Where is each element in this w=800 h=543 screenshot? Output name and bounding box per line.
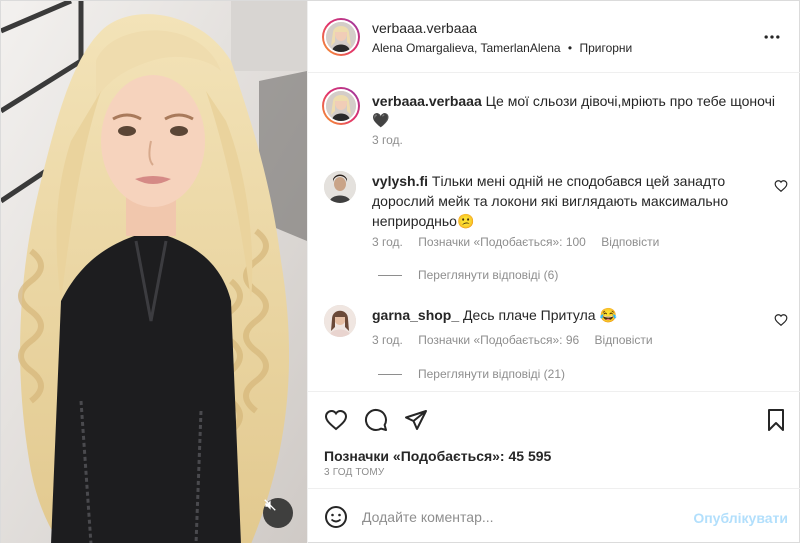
header-separator: • [567, 41, 573, 55]
caption-time[interactable]: 3 год. [372, 133, 403, 147]
comment-avatar[interactable] [324, 305, 356, 337]
comment-text: vylysh.fi Тільки мені одній не сподобавс… [372, 171, 767, 231]
comment-likes[interactable]: Позначки «Подобається»: 96 [418, 333, 579, 347]
replies-line [378, 275, 402, 277]
caption-text: verbaaa.verbaaa Це мої сльози дівочі,мрі… [372, 92, 782, 130]
replies-line [378, 374, 402, 376]
smiley-icon[interactable] [324, 505, 348, 529]
likes-count[interactable]: Позначки «Подобається»: 45 595 [324, 448, 551, 464]
post-actions-bar [308, 391, 800, 441]
view-replies-button[interactable]: Переглянути відповіді (21) [378, 367, 565, 381]
comment-text: garna_shop_ Десь плаче Притула 😂 [372, 305, 767, 325]
speaker-muted-icon [264, 499, 276, 511]
comment-time[interactable]: 3 год. [372, 235, 403, 249]
bookmark-icon[interactable] [764, 408, 788, 432]
author-avatar[interactable] [322, 18, 360, 56]
header-username[interactable]: verbaaa.verbaaa [372, 20, 477, 36]
caption-username[interactable]: verbaaa.verbaaa [372, 93, 482, 109]
comment-likes[interactable]: Позначки «Подобається»: 100 [418, 235, 586, 249]
comment-reply-button[interactable]: Відповісти [595, 333, 653, 347]
post-side-panel: verbaaa.verbaaa Alena Omargalieva, Tamer… [307, 1, 800, 543]
post-header: verbaaa.verbaaa Alena Omargalieva, Tamer… [308, 1, 800, 73]
comment-like-heart-icon[interactable] [774, 179, 788, 193]
post-photo-illustration [1, 1, 307, 543]
comment-bubble-icon[interactable] [364, 408, 388, 432]
post-modal: verbaaa.verbaaa Alena Omargalieva, Tamer… [0, 0, 800, 543]
add-comment-bar: Опублікувати [308, 488, 800, 543]
collaborators-link[interactable]: Alena Omargalieva, TamerlanAlena [372, 41, 561, 55]
heart-icon[interactable] [324, 408, 348, 432]
location-link[interactable]: Пригорни [579, 41, 632, 55]
caption-avatar[interactable] [322, 87, 360, 125]
author-avatar-image [324, 20, 358, 54]
comment-like-heart-icon[interactable] [774, 313, 788, 327]
view-replies-label: Переглянути відповіді (6) [418, 268, 559, 282]
paper-plane-icon[interactable] [404, 408, 428, 432]
mute-button[interactable] [263, 498, 293, 528]
comment-username[interactable]: vylysh.fi [372, 173, 428, 189]
more-horizontal-icon[interactable] [762, 27, 782, 47]
comment-avatar[interactable] [324, 171, 356, 203]
view-replies-label: Переглянути відповіді (21) [418, 367, 566, 381]
publish-button[interactable]: Опублікувати [693, 510, 788, 526]
comment-input[interactable] [362, 504, 682, 530]
header-subline: Alena Omargalieva, TamerlanAlena • Приго… [372, 41, 632, 55]
comment-body: Десь плаче Притула 😂 [463, 307, 617, 323]
post-time-ago[interactable]: 3 ГОД ТОМУ [324, 467, 384, 478]
comment-reply-button[interactable]: Відповісти [601, 235, 659, 249]
caption-avatar-image [324, 89, 358, 123]
comment-username[interactable]: garna_shop_ [372, 307, 459, 323]
comment-time[interactable]: 3 год. [372, 333, 403, 347]
author-username[interactable]: verbaaa.verbaaa [372, 20, 477, 36]
comment-meta: 3 год. Позначки «Подобається»: 100 Відпо… [372, 235, 671, 249]
comment-meta: 3 год. Позначки «Подобається»: 96 Відпов… [372, 333, 665, 347]
post-photo[interactable] [1, 1, 307, 543]
view-replies-button[interactable]: Переглянути відповіді (6) [378, 268, 558, 282]
